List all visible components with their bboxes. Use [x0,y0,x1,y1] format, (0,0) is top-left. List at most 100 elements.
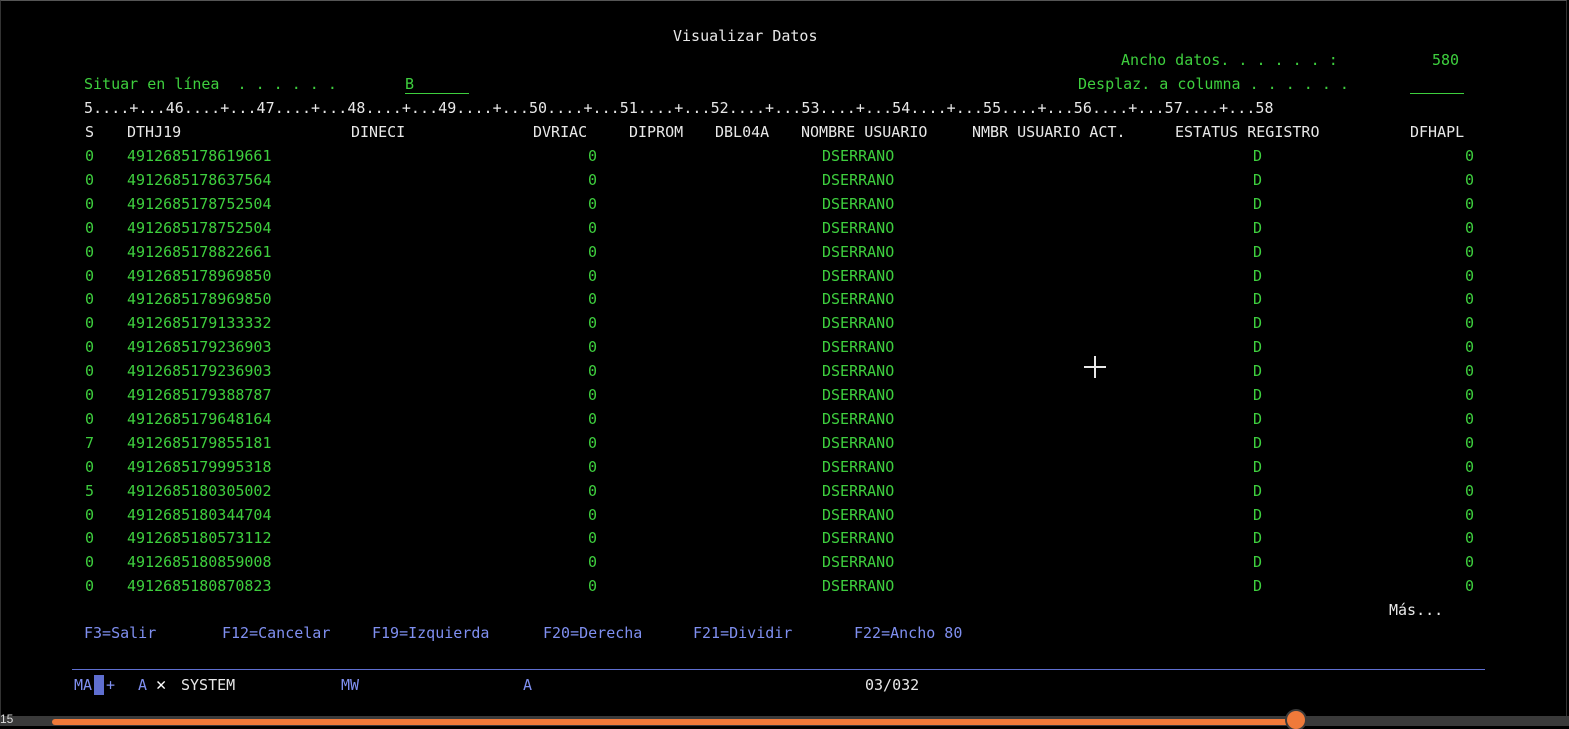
cell-estatus: D [1252,481,1262,500]
cell-s[interactable]: 0 [85,553,97,571]
cell-s[interactable]: 5 [85,482,97,500]
cell-dthj: 4912685178752504 [127,218,272,237]
cell-dthj: 4912685179995318 [127,457,272,476]
cell-dvriac: 0 [587,529,597,548]
desplaz-label: Desplaz. a columna . . . . . . [1078,75,1349,93]
cell-dfhapl: 0 [1464,170,1474,189]
cell-s[interactable]: 0 [85,147,97,165]
cell-user: DSERRANO [822,266,895,285]
cell-dthj: 4912685180859008 [127,553,272,572]
cell-dfhapl: 0 [1464,409,1474,428]
cell-dvriac: 0 [587,338,597,357]
cell-dthj: 4912685178822661 [127,242,272,261]
cell-dfhapl: 0 [1464,338,1474,357]
cell-estatus: D [1252,362,1262,381]
cell-s[interactable]: 0 [85,506,97,524]
cell-s[interactable]: 0 [85,529,97,547]
cell-user: DSERRANO [822,481,895,500]
cell-user: DSERRANO [822,242,895,261]
cell-dvriac: 0 [587,386,597,404]
text-cursor [94,675,104,695]
cell-s[interactable]: 0 [85,362,97,380]
cell-user: DSERRANO [822,529,895,548]
ancho-datos-value: 580 [1432,51,1460,69]
cell-dfhapl: 0 [1464,457,1474,476]
cell-dvriac: 0 [587,409,597,428]
cell-user: DSERRANO [822,386,895,404]
cell-dfhapl: 0 [1464,266,1474,285]
cell-dvriac: 0 [587,170,597,189]
cell-s[interactable]: 0 [85,338,97,356]
video-progress-fill [52,719,1296,725]
cell-dthj: 4912685179236903 [127,338,272,357]
cell-dthj: 4912685179133332 [127,314,272,333]
cell-user: DSERRANO [822,505,895,524]
header-dbl04a: DBL04A [715,123,770,141]
cell-dthj: 4912685179648164 [127,409,272,428]
desplaz-input[interactable] [1410,75,1464,94]
cell-s[interactable]: 0 [85,243,97,261]
cell-s[interactable]: 0 [85,267,97,285]
cell-estatus: D [1252,529,1262,548]
f19-izquierda-key[interactable]: F19=Izquierda [372,624,489,642]
cell-s[interactable]: 0 [85,458,97,476]
column-ruler: 5....+...46....+...47....+...48....+...4… [84,99,1274,117]
cell-user: DSERRANO [822,433,895,452]
cell-user: DSERRANO [822,290,895,309]
cell-estatus: D [1252,290,1262,309]
cell-user: DSERRANO [822,409,895,428]
cell-estatus: D [1252,194,1262,213]
header-estatus-registro: ESTATUS REGISTRO [1175,123,1320,141]
header-diprom: DIPROM [629,123,684,141]
cell-dvriac: 0 [587,362,597,381]
cell-dvriac: 0 [587,194,597,213]
cell-s[interactable]: 0 [85,386,97,404]
cell-estatus: D [1252,242,1262,261]
cell-s[interactable]: 0 [85,219,97,237]
cell-dvriac: 0 [587,481,597,500]
cell-user: DSERRANO [822,194,895,213]
cell-user: DSERRANO [822,218,895,237]
f20-derecha-key[interactable]: F20=Derecha [543,624,642,642]
cell-estatus: D [1252,409,1262,428]
cell-s[interactable]: 7 [85,434,97,452]
f12-cancelar-key[interactable]: F12=Cancelar [222,624,330,642]
status-system: SYSTEM [181,676,236,694]
cell-estatus: D [1252,338,1262,357]
cell-dvriac: 0 [587,290,597,309]
f22-ancho-key[interactable]: F22=Ancho 80 [854,624,962,642]
cell-user: DSERRANO [822,362,895,381]
cell-estatus: D [1252,553,1262,572]
cell-user: DSERRANO [822,338,895,357]
f21-dividir-key[interactable]: F21=Dividir [693,624,792,642]
cell-dthj: 4912685178619661 [127,147,272,165]
cell-s[interactable]: 0 [85,314,97,332]
cell-dthj: 4912685180305002 [127,481,272,500]
cell-estatus: D [1252,170,1262,189]
cell-dvriac: 0 [587,242,597,261]
cell-dvriac: 0 [587,266,597,285]
cell-dthj: 4912685179388787 [127,386,272,404]
cell-dfhapl: 0 [1464,290,1474,309]
situar-input[interactable]: B [405,75,469,94]
cell-s[interactable]: 0 [85,410,97,428]
more-indicator: Más... [1389,601,1444,619]
cell-dfhapl: 0 [1464,242,1474,261]
cell-s[interactable]: 0 [85,290,97,308]
cell-dvriac: 0 [587,505,597,524]
cell-s[interactable]: 0 [85,195,97,213]
video-progress-handle[interactable] [1286,711,1305,729]
cell-dvriac: 0 [587,147,597,165]
header-dineci: DINECI [351,123,406,141]
cell-s[interactable]: 0 [85,171,97,189]
cell-dfhapl: 0 [1464,147,1474,165]
status-ma: MA [74,676,93,694]
cell-s[interactable]: 0 [85,577,97,595]
cell-dfhapl: 0 [1464,433,1474,452]
cell-dthj: 4912685178752504 [127,194,272,213]
cell-dvriac: 0 [587,218,597,237]
f3-salir-key[interactable]: F3=Salir [84,624,156,642]
cell-user: DSERRANO [822,170,895,189]
cell-user: DSERRANO [822,553,895,572]
cell-estatus: D [1252,433,1262,452]
